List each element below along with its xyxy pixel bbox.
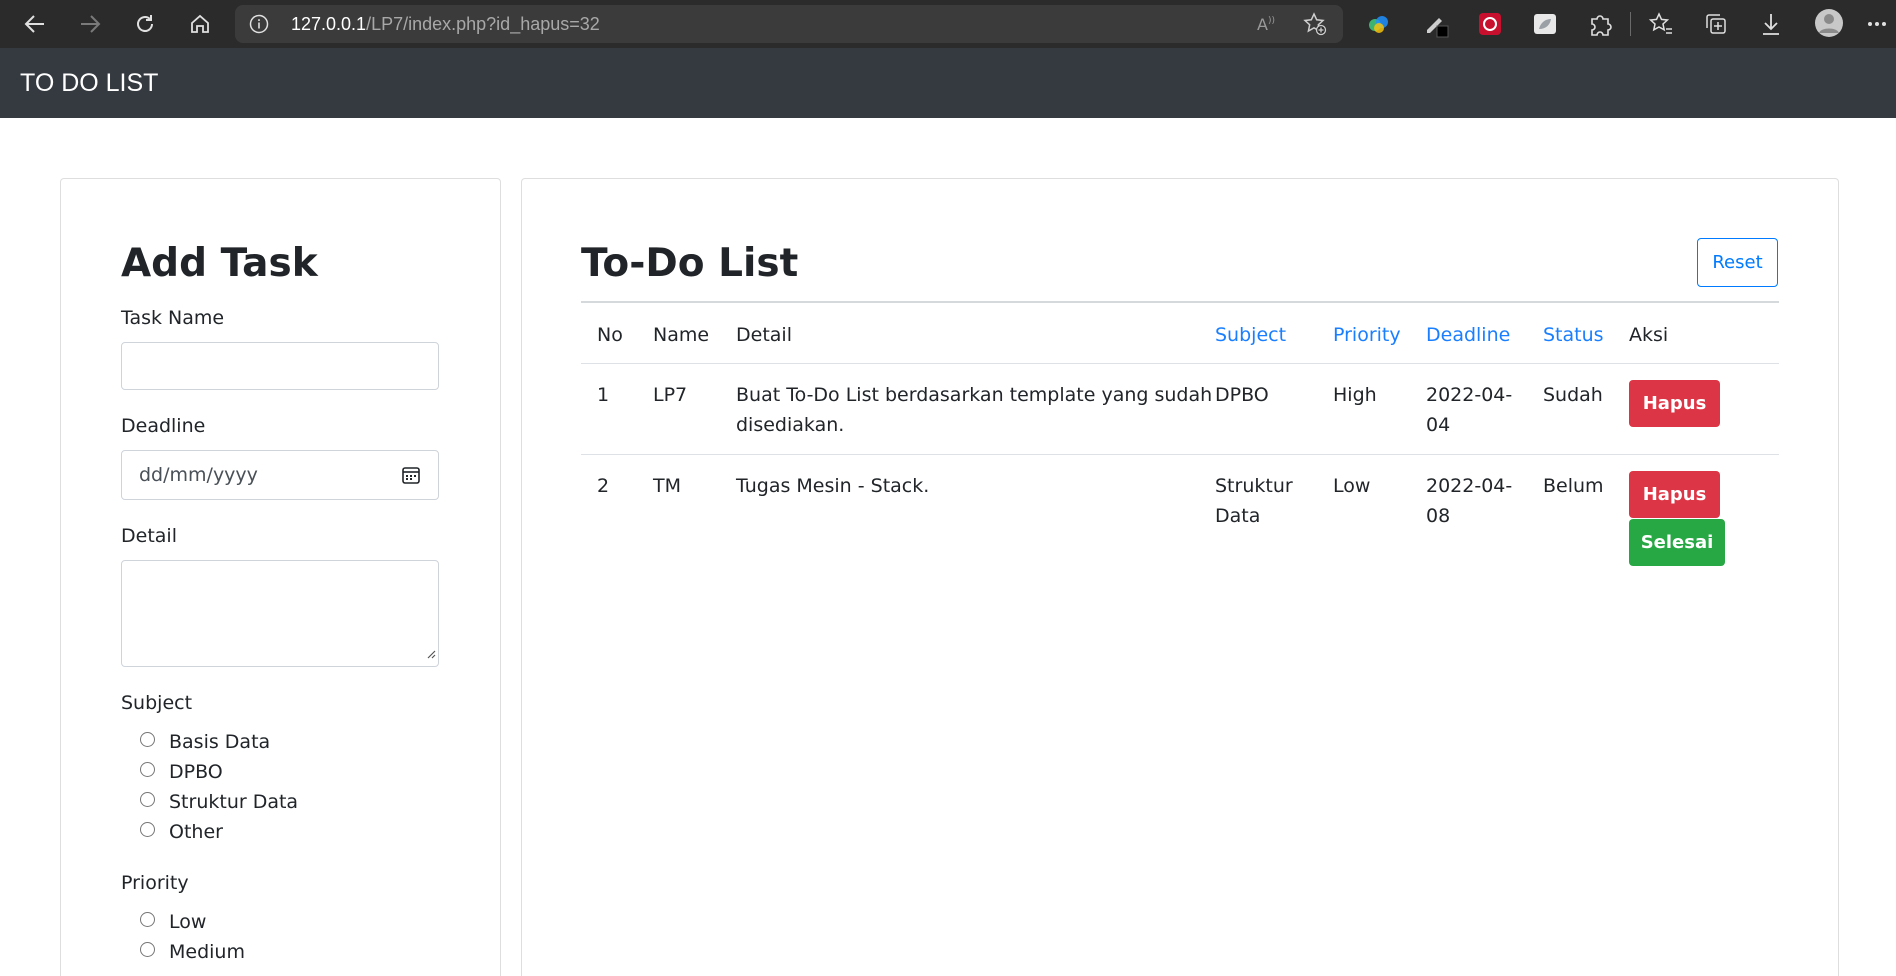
row-2-priority: Low bbox=[1333, 475, 1371, 497]
radio-circle[interactable] bbox=[140, 791, 155, 807]
subject-radio-other[interactable]: Other bbox=[140, 820, 223, 844]
column-header-deadline[interactable]: Deadline bbox=[1426, 320, 1510, 350]
column-header-detail: Detail bbox=[736, 324, 792, 346]
navbar: TO DO LIST bbox=[0, 48, 1896, 118]
priority-option-label: Low bbox=[169, 911, 207, 933]
forward-icon[interactable] bbox=[72, 6, 108, 42]
radio-circle[interactable] bbox=[140, 731, 155, 747]
column-header-subject[interactable]: Subject bbox=[1215, 320, 1286, 350]
row-1-detail-line2: disediakan. bbox=[736, 414, 845, 436]
back-icon[interactable] bbox=[17, 6, 53, 42]
deadline-placeholder: dd/mm/yyyy bbox=[139, 464, 258, 486]
row-1-hapus-button[interactable]: Hapus bbox=[1629, 380, 1720, 427]
reset-button[interactable]: Reset bbox=[1697, 238, 1778, 287]
puzzle-icon[interactable] bbox=[1586, 10, 1614, 38]
subject-option-label: Other bbox=[169, 821, 223, 843]
row-2-subject-line1: Struktur bbox=[1215, 475, 1293, 497]
task-name-input[interactable] bbox=[121, 342, 439, 390]
row-1-no: 1 bbox=[597, 384, 610, 406]
priority-label: Priority bbox=[121, 872, 189, 894]
task-name-label: Task Name bbox=[121, 307, 225, 329]
row-1-deadline-line2: 04 bbox=[1426, 414, 1451, 436]
column-header-aksi: Aksi bbox=[1629, 324, 1669, 346]
subject-radio-basis-data[interactable]: Basis Data bbox=[140, 730, 270, 754]
collections-icon[interactable] bbox=[1702, 10, 1730, 38]
extension-leaf-icon[interactable] bbox=[1531, 10, 1559, 38]
radio-circle[interactable] bbox=[140, 761, 155, 777]
read-aloud-icon[interactable]: A)) bbox=[1255, 12, 1279, 36]
column-header-priority[interactable]: Priority bbox=[1333, 320, 1401, 350]
row-1-priority: High bbox=[1333, 384, 1377, 406]
calendar-icon[interactable] bbox=[401, 465, 421, 490]
radio-circle[interactable] bbox=[140, 941, 155, 957]
add-task-title: Add Task bbox=[121, 241, 318, 286]
add-favorite-icon[interactable] bbox=[1303, 12, 1327, 36]
row-2-status: Belum bbox=[1543, 475, 1604, 497]
subject-label: Subject bbox=[121, 692, 193, 714]
toolbar-separator bbox=[1630, 12, 1631, 36]
deadline-input[interactable]: dd/mm/yyyy bbox=[121, 450, 439, 500]
todo-list-title: To-Do List bbox=[581, 241, 799, 286]
row-1-subject: DPBO bbox=[1215, 384, 1269, 406]
url-host: 127.0.0.1 bbox=[291, 14, 367, 34]
row-1-deadline-line1: 2022-04- bbox=[1426, 384, 1513, 406]
profile-icon[interactable] bbox=[1814, 8, 1844, 38]
extension-color-icon[interactable] bbox=[1365, 10, 1393, 38]
resize-grip-icon[interactable] bbox=[426, 646, 436, 664]
info-icon[interactable] bbox=[249, 14, 269, 34]
favorites-icon[interactable] bbox=[1647, 10, 1675, 38]
svg-text:A: A bbox=[1257, 15, 1268, 34]
deadline-label: Deadline bbox=[121, 415, 206, 437]
url-path: /LP7/index.php?id_hapus=32 bbox=[366, 14, 600, 34]
more-icon[interactable] bbox=[1866, 10, 1894, 38]
subject-radio-dpbo[interactable]: DPBO bbox=[140, 760, 223, 784]
row-1-name: LP7 bbox=[653, 384, 688, 406]
subject-radio-struktur-data[interactable]: Struktur Data bbox=[140, 790, 298, 814]
subject-option-label: Struktur Data bbox=[169, 791, 299, 813]
refresh-icon[interactable] bbox=[127, 6, 163, 42]
navbar-brand[interactable]: TO DO LIST bbox=[20, 69, 158, 97]
extension-pen-icon[interactable] bbox=[1423, 10, 1451, 38]
row-2-detail: Tugas Mesin - Stack. bbox=[736, 475, 930, 497]
column-header-status[interactable]: Status bbox=[1543, 320, 1604, 350]
detail-textarea[interactable] bbox=[121, 560, 439, 667]
row-2-subject-line2: Data bbox=[1215, 505, 1261, 527]
detail-label: Detail bbox=[121, 525, 177, 547]
radio-circle[interactable] bbox=[140, 821, 155, 837]
address-bar[interactable]: 127.0.0.1/LP7/index.php?id_hapus=32 A)) bbox=[235, 5, 1343, 43]
row-2-selesai-button[interactable]: Selesai bbox=[1629, 519, 1725, 566]
row-divider bbox=[581, 454, 1779, 455]
subject-option-label: DPBO bbox=[169, 761, 223, 783]
home-icon[interactable] bbox=[182, 6, 218, 42]
row-1-status: Sudah bbox=[1543, 384, 1603, 406]
priority-radio-medium[interactable]: Medium bbox=[140, 940, 245, 964]
todo-list-card bbox=[521, 178, 1839, 976]
row-2-name: TM bbox=[653, 475, 681, 497]
row-2-deadline-line1: 2022-04- bbox=[1426, 475, 1513, 497]
radio-circle[interactable] bbox=[140, 911, 155, 927]
browser-toolbar: 127.0.0.1/LP7/index.php?id_hapus=32 A)) bbox=[0, 0, 1896, 48]
priority-radio-low[interactable]: Low bbox=[140, 910, 206, 934]
column-header-name: Name bbox=[653, 324, 710, 346]
row-1-detail-line1: Buat To-Do List berdasarkan template yan… bbox=[736, 384, 1213, 406]
priority-option-label: Medium bbox=[169, 941, 245, 963]
extension-red-icon[interactable] bbox=[1476, 10, 1504, 38]
downloads-icon[interactable] bbox=[1757, 10, 1785, 38]
svg-text:)): )) bbox=[1268, 16, 1275, 26]
header-divider bbox=[581, 363, 1779, 364]
title-divider bbox=[581, 301, 1779, 303]
url-text[interactable]: 127.0.0.1/LP7/index.php?id_hapus=32 bbox=[291, 14, 600, 34]
row-2-no: 2 bbox=[597, 475, 610, 497]
row-2-deadline-line2: 08 bbox=[1426, 505, 1451, 527]
subject-option-label: Basis Data bbox=[169, 731, 271, 753]
column-header-no: No bbox=[597, 324, 623, 346]
row-2-hapus-button[interactable]: Hapus bbox=[1629, 471, 1720, 518]
